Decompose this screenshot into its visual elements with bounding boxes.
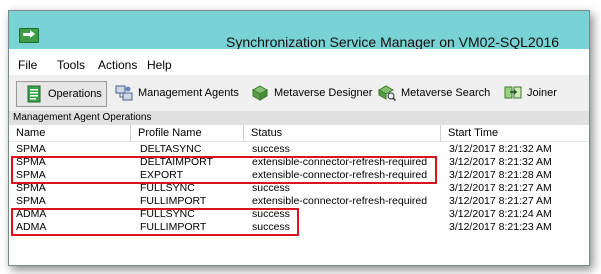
- cell-profile: DELTASYNC: [140, 143, 202, 155]
- cell-profile: EXPORT: [140, 169, 183, 181]
- table-row[interactable]: SPMA EXPORT extensible-connector-refresh…: [9, 169, 589, 182]
- cell-status: extensible-connector-refresh-required: [252, 156, 428, 168]
- cell-name: SPMA: [16, 169, 46, 181]
- joiner-button[interactable]: Joiner: [504, 81, 557, 105]
- section-header: Management Agent Operations: [9, 111, 589, 125]
- management-agents-label: Management Agents: [138, 87, 239, 99]
- management-agents-icon: [115, 85, 133, 101]
- cell-status: success: [252, 221, 290, 233]
- joiner-label: Joiner: [527, 87, 557, 99]
- sync-service-manager-window: Synchronization Service Manager on VM02-…: [8, 10, 590, 266]
- operations-icon: [27, 85, 41, 103]
- cell-start-time: 3/12/2017 8:21:32 AM: [449, 156, 552, 168]
- metaverse-search-label: Metaverse Search: [401, 87, 491, 99]
- menu-file[interactable]: File: [18, 58, 37, 72]
- menu-bar: File Tools Actions Help: [9, 49, 589, 75]
- menu-tools[interactable]: Tools: [57, 58, 85, 72]
- app-icon: [19, 28, 39, 43]
- cell-start-time: 3/12/2017 8:21:27 AM: [449, 195, 552, 207]
- table-row[interactable]: SPMA FULLIMPORT extensible-connector-ref…: [9, 195, 589, 208]
- menu-actions[interactable]: Actions: [98, 58, 137, 72]
- cell-name: ADMA: [16, 221, 47, 233]
- window-title: Synchronization Service Manager on VM02-…: [226, 34, 560, 50]
- cell-name: SPMA: [16, 143, 46, 155]
- metaverse-designer-icon: [251, 85, 269, 101]
- cell-status: success: [252, 208, 290, 220]
- cell-start-time: 3/12/2017 8:21:23 AM: [449, 221, 552, 233]
- table-row[interactable]: SPMA DELTASYNC success 3/12/2017 8:21:32…: [9, 143, 589, 156]
- cell-name: SPMA: [16, 195, 46, 207]
- toolbar: Operations Management Agents Metaverse D…: [9, 75, 589, 112]
- cell-profile: FULLIMPORT: [140, 195, 207, 207]
- cell-start-time: 3/12/2017 8:21:27 AM: [449, 182, 552, 194]
- operations-button[interactable]: Operations: [16, 81, 107, 107]
- operations-grid: Name Profile Name Status Start Time SPMA…: [9, 125, 589, 265]
- cell-status: extensible-connector-refresh-required: [252, 169, 428, 181]
- column-header-start-time[interactable]: Start Time: [441, 125, 589, 142]
- joiner-icon: [504, 86, 522, 99]
- cell-start-time: 3/12/2017 8:21:28 AM: [449, 169, 552, 181]
- cell-name: SPMA: [16, 182, 46, 194]
- table-row[interactable]: SPMA DELTAIMPORT extensible-connector-re…: [9, 156, 589, 169]
- cell-start-time: 3/12/2017 8:21:32 AM: [449, 143, 552, 155]
- section-title: Management Agent Operations: [13, 112, 152, 123]
- cell-profile: FULLIMPORT: [140, 221, 207, 233]
- cell-status: extensible-connector-refresh-required: [252, 195, 428, 207]
- table-row[interactable]: ADMA FULLIMPORT success 3/12/2017 8:21:2…: [9, 221, 589, 234]
- metaverse-search-button[interactable]: Metaverse Search: [378, 81, 490, 105]
- column-header-name[interactable]: Name: [9, 125, 131, 142]
- metaverse-search-icon: [378, 85, 396, 102]
- metaverse-designer-label: Metaverse Designer: [274, 87, 373, 99]
- title-bar[interactable]: Synchronization Service Manager on VM02-…: [9, 11, 589, 50]
- cell-status: success: [252, 143, 290, 155]
- cell-status: success: [252, 182, 290, 194]
- cell-start-time: 3/12/2017 8:21:24 AM: [449, 208, 552, 220]
- cell-name: SPMA: [16, 156, 46, 168]
- cell-name: ADMA: [16, 208, 47, 220]
- management-agents-button[interactable]: Management Agents: [115, 81, 239, 105]
- table-row[interactable]: ADMA FULLSYNC success 3/12/2017 8:21:24 …: [9, 208, 589, 221]
- cell-profile: DELTAIMPORT: [140, 156, 213, 168]
- cell-profile: FULLSYNC: [140, 182, 195, 194]
- metaverse-designer-button[interactable]: Metaverse Designer: [251, 81, 372, 105]
- column-header-status[interactable]: Status: [244, 125, 441, 142]
- table-row[interactable]: SPMA FULLSYNC success 3/12/2017 8:21:27 …: [9, 182, 589, 195]
- column-header-profile-name[interactable]: Profile Name: [131, 125, 244, 142]
- menu-help[interactable]: Help: [147, 58, 172, 72]
- operations-label: Operations: [48, 88, 102, 100]
- cell-profile: FULLSYNC: [140, 208, 195, 220]
